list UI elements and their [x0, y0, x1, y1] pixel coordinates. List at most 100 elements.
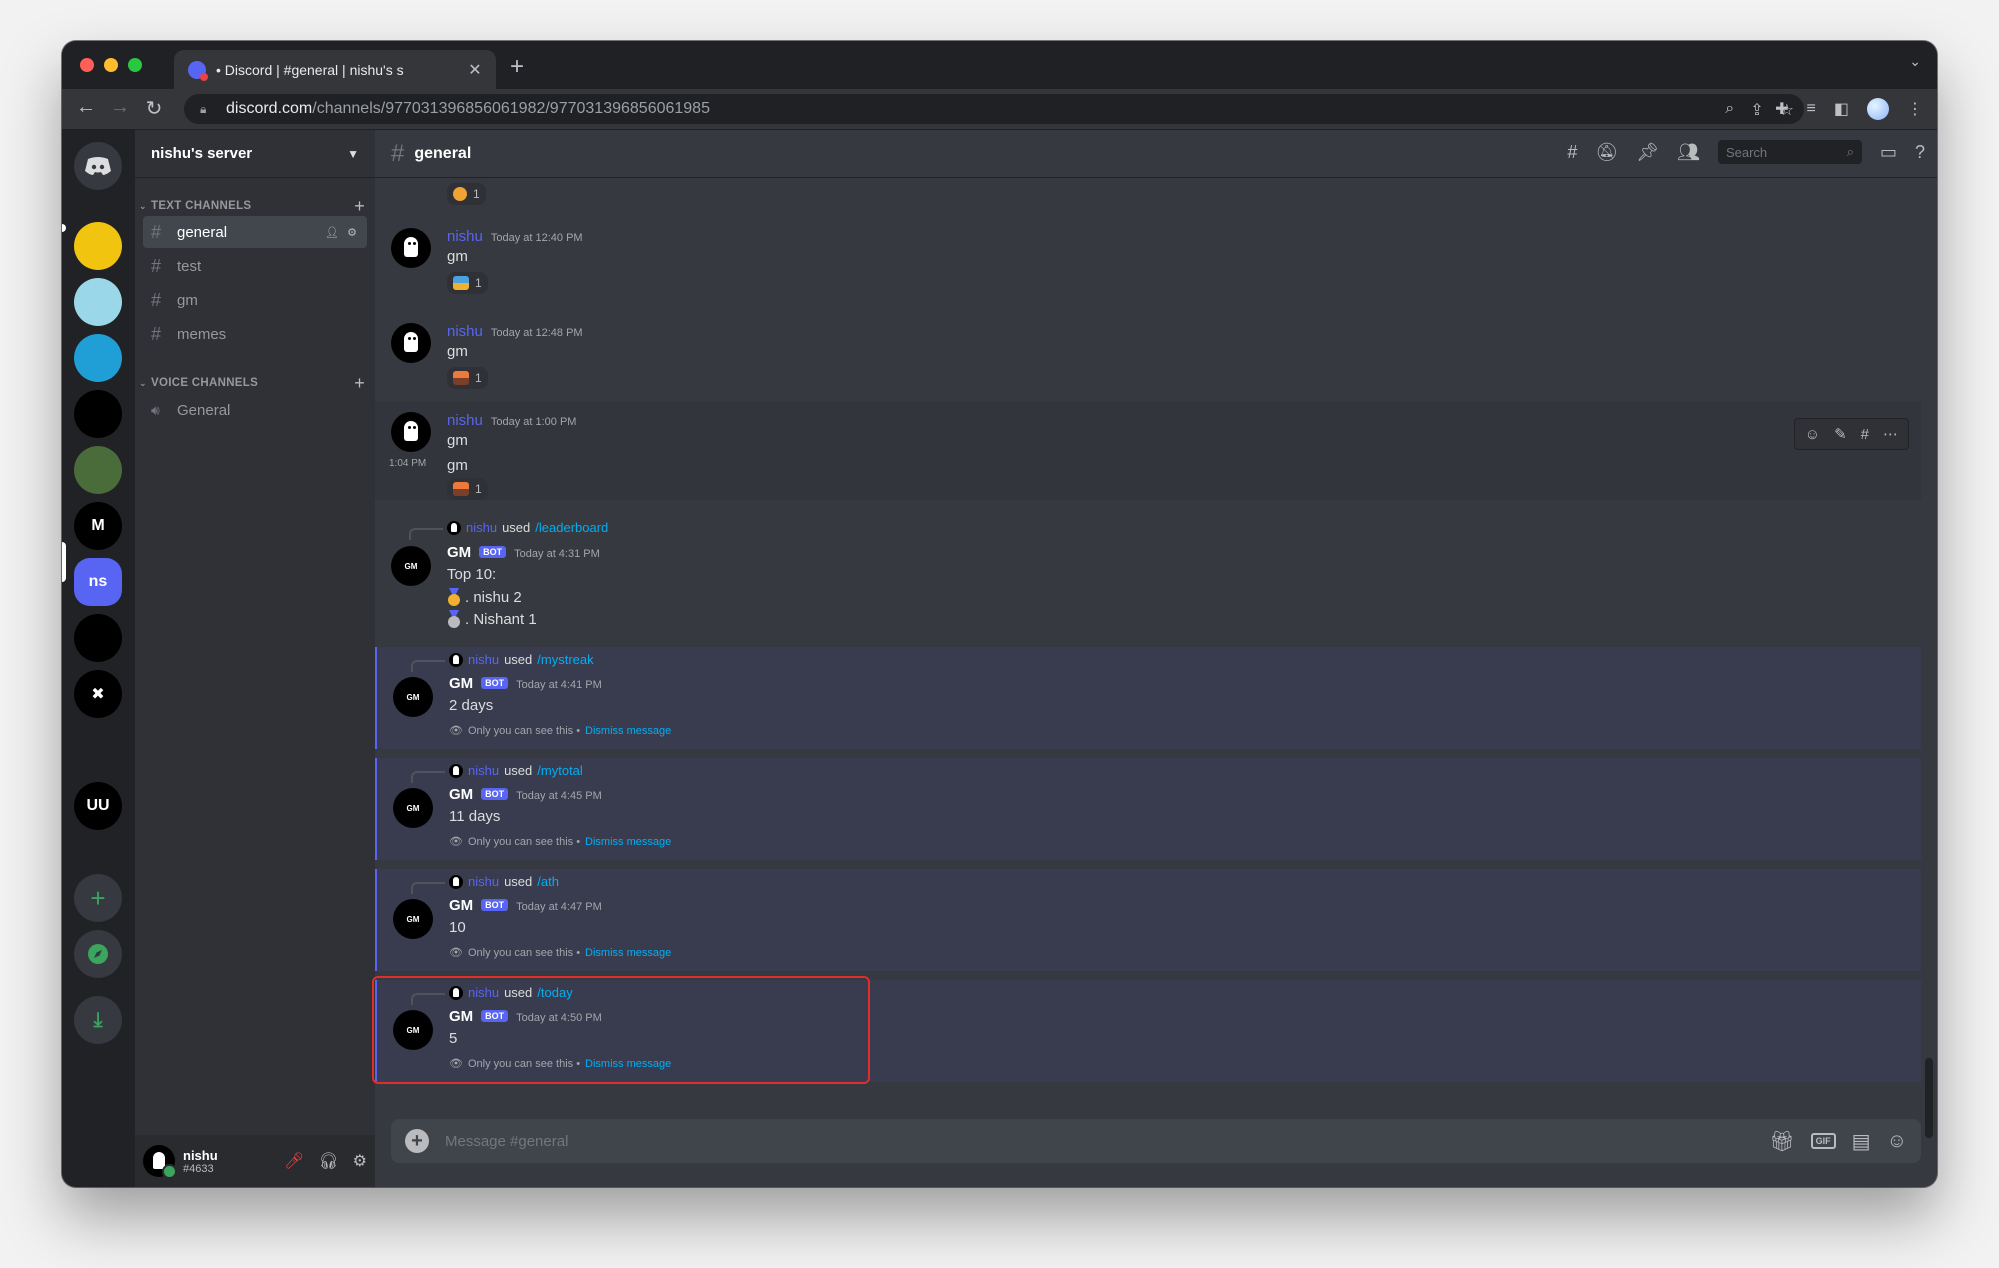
reaction[interactable]: 1	[447, 367, 488, 389]
category-voice-channels[interactable]: ⌄ VOICE CHANNELS +	[139, 373, 371, 393]
avatar[interactable]	[143, 1145, 177, 1179]
share-icon[interactable]: ⇪	[1750, 100, 1763, 120]
address-bar[interactable]: 🔒︎ discord.com/channels/9770313968560619…	[184, 94, 1804, 124]
bot-avatar[interactable]: GM	[393, 899, 433, 939]
create-channel-icon[interactable]: +	[354, 196, 365, 217]
zoom-window-button[interactable]	[128, 58, 142, 72]
message-composer[interactable]: + Message #general 🎁︎ GIF ▤ ☺︎	[391, 1119, 1921, 1163]
server-icon[interactable]	[74, 390, 122, 438]
forward-button[interactable]: →	[108, 96, 132, 119]
server-icon[interactable]: ns	[74, 558, 122, 606]
bot-avatar[interactable]: GM	[391, 546, 431, 586]
close-tab-icon[interactable]: ✕	[466, 60, 484, 80]
channel-general[interactable]: # general 👤︎ ⚙︎	[143, 216, 367, 248]
server-icon[interactable]	[74, 446, 122, 494]
author-name[interactable]: nishu	[447, 228, 483, 245]
reaction-count: 1	[473, 187, 480, 201]
reload-button[interactable]: ↻	[142, 96, 166, 121]
dismiss-message-link[interactable]: Dismiss message	[585, 725, 671, 737]
minimize-window-button[interactable]	[104, 58, 118, 72]
server-header[interactable]: nishu's server ▼	[135, 130, 375, 178]
create-thread-icon[interactable]: #	[1861, 426, 1869, 443]
server-icon[interactable]	[74, 278, 122, 326]
emoji-icon[interactable]: ☺︎	[1887, 1130, 1907, 1153]
author-name[interactable]: nishu	[447, 412, 483, 429]
help-icon[interactable]: ?	[1915, 142, 1925, 163]
more-options-icon[interactable]: ⋯	[1883, 425, 1898, 443]
download-apps-icon[interactable]: ⤓	[74, 996, 122, 1044]
avatar[interactable]	[391, 323, 431, 363]
channel-test[interactable]: # test	[143, 250, 367, 282]
mute-microphone-icon[interactable]: 🎤︎	[284, 1151, 304, 1171]
bot-avatar[interactable]: GM	[393, 677, 433, 717]
headphones-icon[interactable]: 🎧︎	[318, 1151, 338, 1171]
new-tab-button[interactable]: +	[510, 53, 524, 81]
extensions-icon[interactable]: ✚	[1775, 99, 1788, 119]
bot-name[interactable]: GM	[449, 897, 473, 914]
zoom-icon[interactable]: ⌕	[1725, 100, 1734, 120]
add-server-icon[interactable]: +	[74, 874, 122, 922]
close-window-button[interactable]	[80, 58, 94, 72]
invite-icon[interactable]: 👤︎	[325, 226, 339, 239]
attach-plus-icon[interactable]: +	[405, 1129, 429, 1153]
server-icon[interactable]: UU	[74, 782, 122, 830]
gear-icon[interactable]: ⚙︎	[353, 1151, 367, 1171]
author-name[interactable]: nishu	[447, 323, 483, 340]
gear-icon[interactable]: ⚙︎	[347, 226, 357, 239]
slash-command[interactable]: /ath	[537, 874, 559, 889]
side-panel-icon[interactable]: ◧	[1834, 99, 1849, 119]
invoker-name[interactable]: nishu	[468, 874, 499, 889]
back-button[interactable]: ←	[74, 96, 98, 119]
reaction[interactable]: 1	[447, 272, 488, 294]
scrollbar[interactable]	[1925, 1058, 1933, 1138]
server-icon[interactable]	[74, 334, 122, 382]
channel-label: test	[177, 257, 202, 275]
server-icon[interactable]	[74, 614, 122, 662]
tab-search-chevron-icon[interactable]: ⌄	[1909, 53, 1921, 70]
media-control-icon[interactable]: ≡	[1807, 100, 1816, 118]
avatar[interactable]	[391, 228, 431, 268]
bot-name[interactable]: GM	[447, 544, 471, 561]
bot-name[interactable]: GM	[449, 786, 473, 803]
channel-gm[interactable]: # gm	[143, 284, 367, 316]
gif-icon[interactable]: GIF	[1810, 1133, 1836, 1149]
invoker-name[interactable]: nishu	[468, 763, 499, 778]
slash-command[interactable]: /leaderboard	[535, 520, 608, 535]
server-icon[interactable]: ✖	[74, 670, 122, 718]
profile-avatar[interactable]	[1867, 98, 1889, 120]
reaction[interactable]: 1	[447, 478, 488, 500]
avatar[interactable]	[391, 412, 431, 452]
voice-channel-general[interactable]: 🔊︎ General	[143, 394, 367, 426]
dismiss-message-link[interactable]: Dismiss message	[585, 836, 671, 848]
slash-command[interactable]: /mystreak	[537, 652, 593, 667]
bot-name[interactable]: GM	[449, 675, 473, 692]
server-icon[interactable]	[74, 726, 122, 774]
server-icon[interactable]: M	[74, 502, 122, 550]
chrome-menu-icon[interactable]: ⋮	[1907, 99, 1923, 119]
explore-compass-icon[interactable]	[74, 930, 122, 978]
slash-command[interactable]: /mytotal	[537, 763, 583, 778]
reaction[interactable]: 1	[447, 183, 486, 205]
inbox-icon[interactable]: ▭	[1880, 142, 1897, 163]
sticker-icon[interactable]: ▤	[1852, 1129, 1871, 1154]
threads-icon[interactable]: #	[1567, 142, 1577, 163]
category-text-channels[interactable]: ⌄ TEXT CHANNELS +	[139, 196, 371, 216]
invoker-name[interactable]: nishu	[468, 652, 499, 667]
member-list-icon[interactable]: 👥︎	[1677, 142, 1700, 163]
chevron-icon: ⌄	[139, 377, 147, 388]
create-channel-icon[interactable]: +	[354, 373, 365, 394]
channel-memes[interactable]: # memes	[143, 318, 367, 350]
edit-pencil-icon[interactable]: ✎	[1834, 425, 1847, 443]
discord-home-icon[interactable]	[74, 142, 122, 190]
notification-bell-icon[interactable]: 🔕︎	[1595, 142, 1618, 163]
gift-icon[interactable]: 🎁︎	[1769, 1129, 1794, 1154]
browser-tab[interactable]: • Discord | #general | nishu's s ✕	[174, 50, 496, 89]
timestamp: Today at 4:41 PM	[516, 679, 602, 691]
server-icon[interactable]	[74, 222, 122, 270]
dismiss-message-link[interactable]: Dismiss message	[585, 947, 671, 959]
invoker-name[interactable]: nishu	[466, 520, 497, 535]
bot-avatar[interactable]: GM	[393, 788, 433, 828]
pin-icon[interactable]: 📌︎	[1636, 142, 1659, 163]
search-input[interactable]: Search ⌕	[1717, 140, 1862, 164]
add-reaction-icon[interactable]: ☺︎	[1805, 426, 1820, 443]
